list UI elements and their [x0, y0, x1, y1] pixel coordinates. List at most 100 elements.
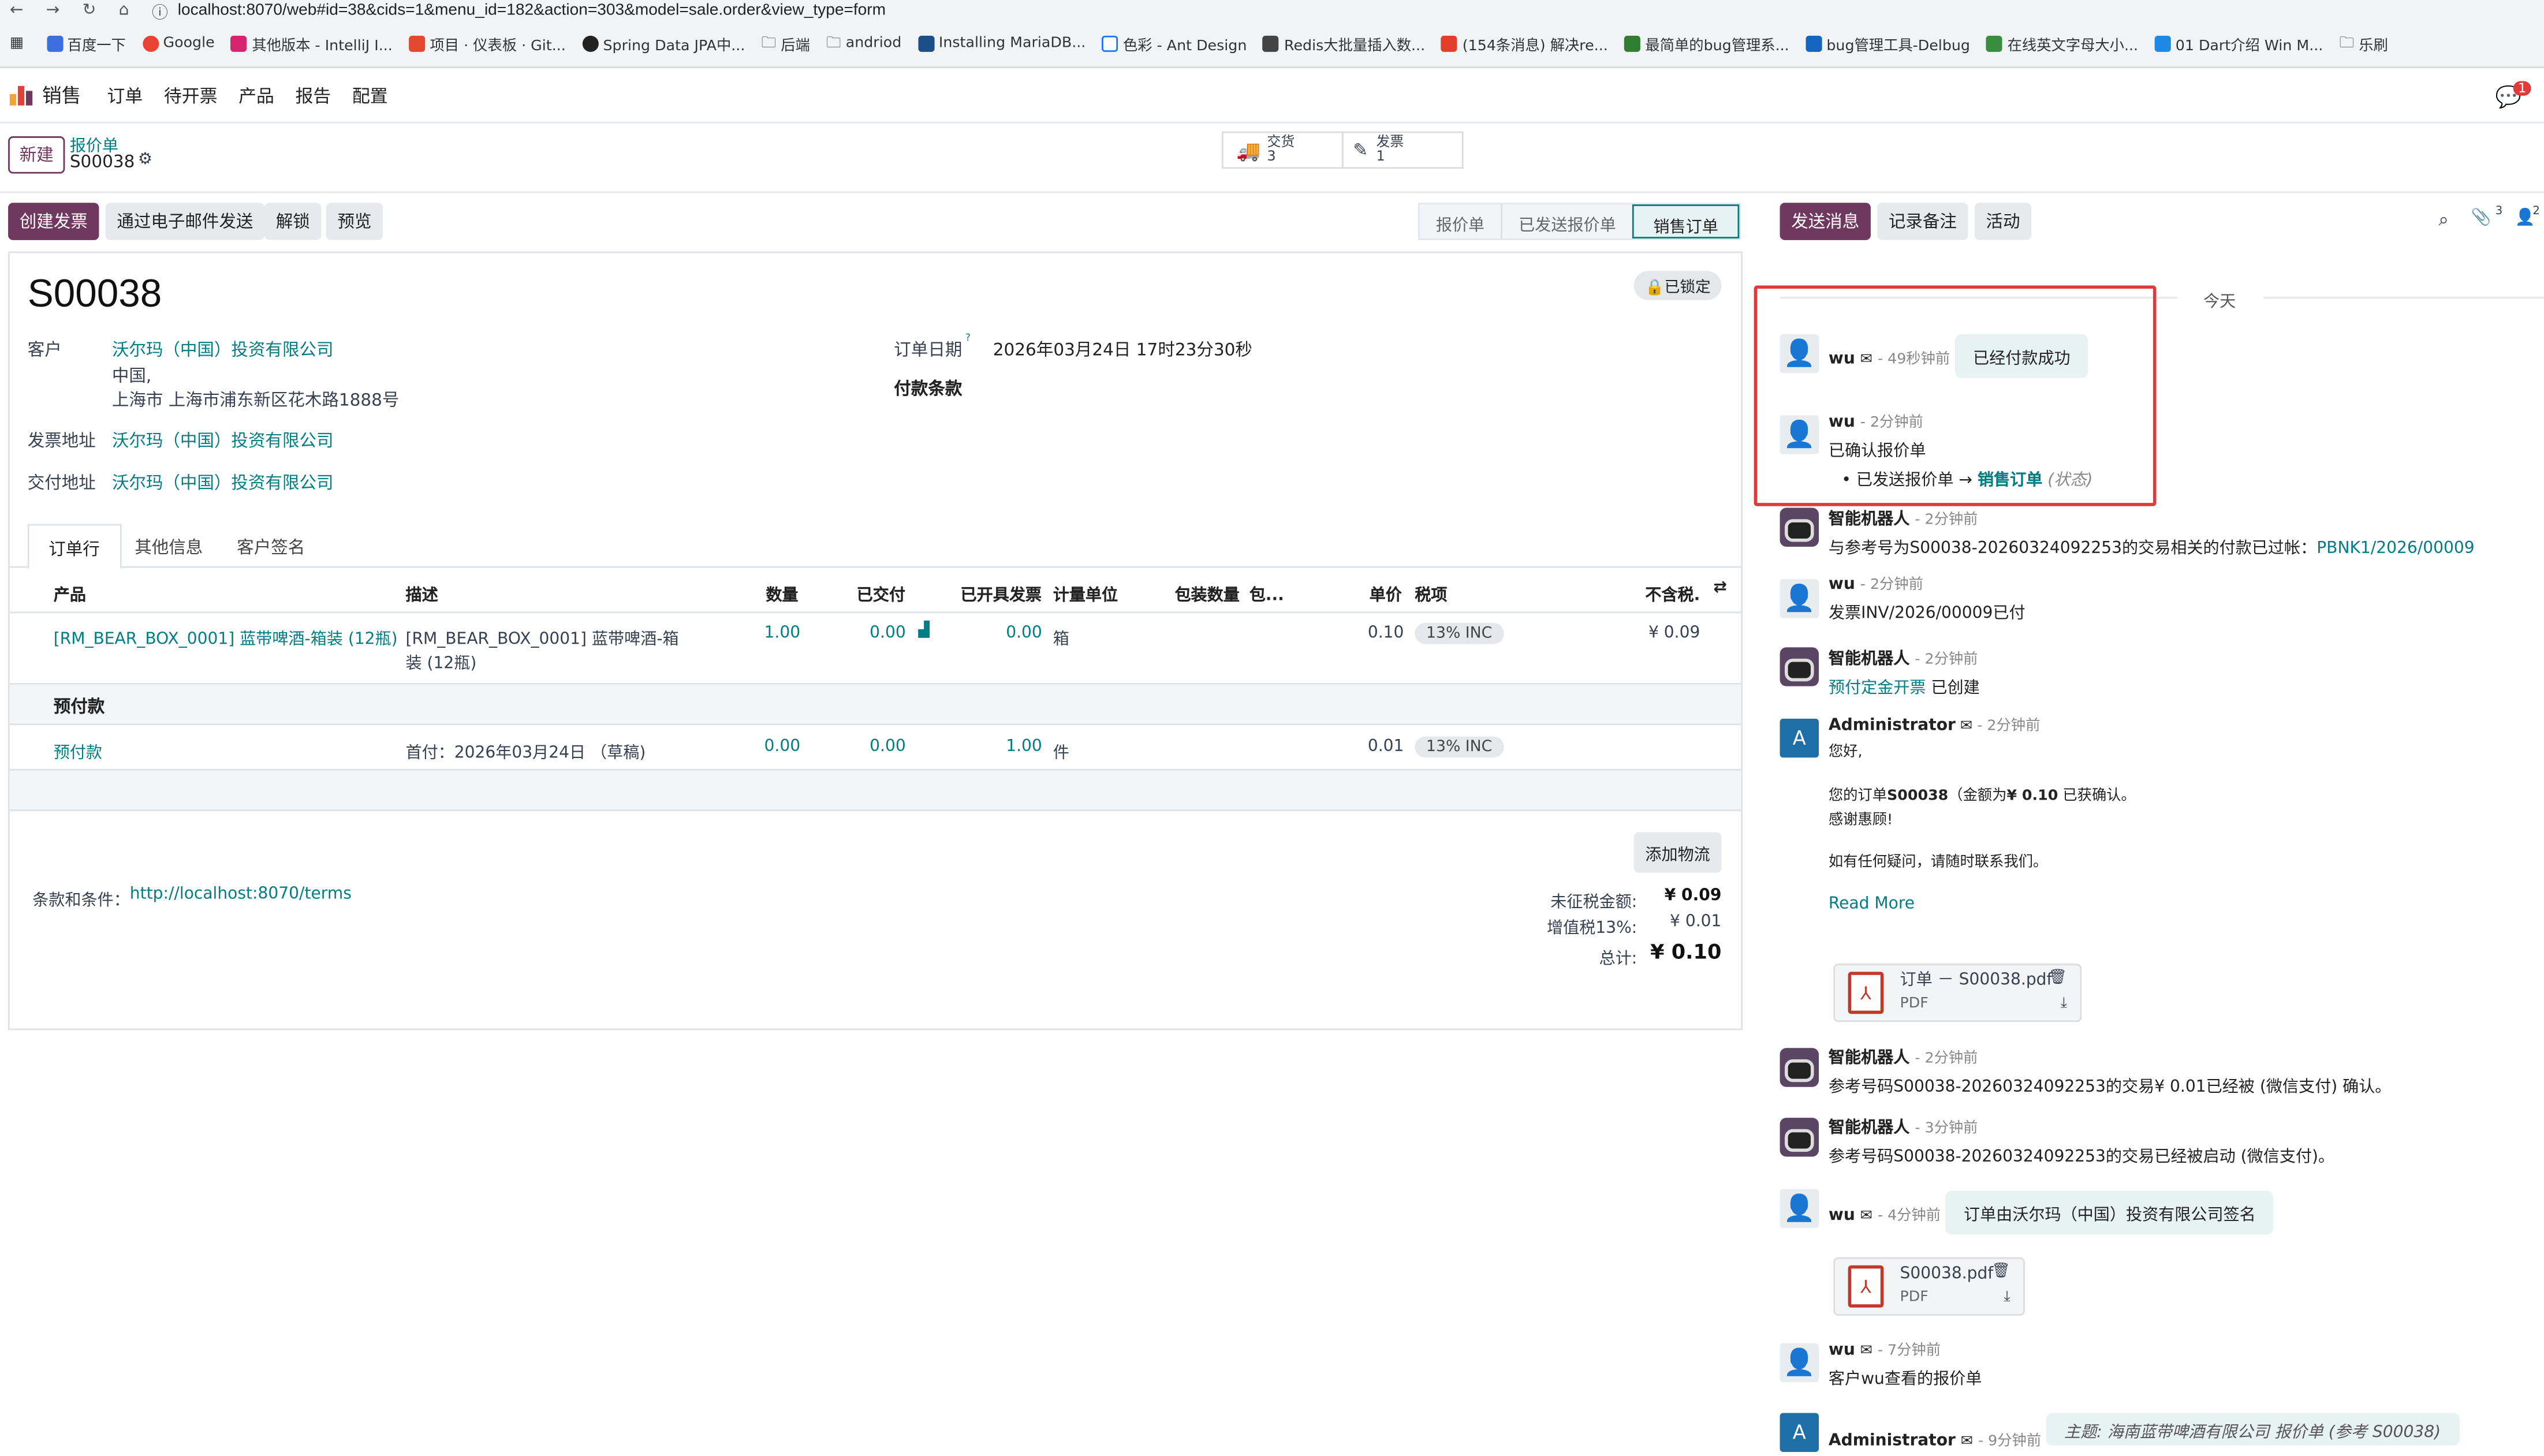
- col-unit-price[interactable]: 单价: [1370, 581, 1402, 605]
- bot-avatar[interactable]: [1780, 647, 1819, 686]
- author-name[interactable]: 智能机器人: [1829, 511, 1910, 529]
- down-payment-link[interactable]: 预付定金开票: [1829, 680, 1926, 697]
- download-icon[interactable]: ⤓: [2061, 996, 2067, 1012]
- tab-customer-signature[interactable]: 客户签名: [219, 524, 323, 571]
- line-product[interactable]: [RM_BEAR_BOX_0001] 蓝带啤酒-箱装 (12瓶): [54, 625, 398, 649]
- terms-link[interactable]: http://localhost:8070/terms: [130, 886, 352, 904]
- col-subtotal[interactable]: 不含税.: [1645, 581, 1700, 605]
- reload-icon[interactable]: ↻: [83, 2, 96, 20]
- bookmark[interactable]: bug管理工具-Delbug: [1805, 33, 1970, 54]
- bookmark[interactable]: 色彩 - Ant Design: [1102, 33, 1247, 54]
- avatar[interactable]: 👤: [1780, 1343, 1819, 1383]
- tab-order-lines[interactable]: 订单行: [27, 524, 121, 570]
- forecast-chart-icon[interactable]: ▟: [918, 623, 929, 639]
- avatar[interactable]: A: [1780, 1413, 1819, 1452]
- attachment-card[interactable]: ⅄ S00038.pdf PDF 🗑 ⤓: [1833, 1257, 2025, 1316]
- section-row[interactable]: 预付款: [9, 684, 1741, 726]
- table-row[interactable]: [RM_BEAR_BOX_0001] 蓝带啤酒-箱装 (12瓶) [RM_BEA…: [9, 613, 1741, 685]
- avatar[interactable]: 👤: [1780, 1189, 1819, 1229]
- author-name[interactable]: Administrator: [1829, 1432, 1956, 1450]
- home-icon[interactable]: ⌂: [119, 2, 129, 20]
- activity-button[interactable]: 活动: [1974, 203, 2032, 240]
- search-icon[interactable]: ⌕: [2438, 209, 2448, 232]
- col-taxes[interactable]: 税项: [1415, 581, 1447, 605]
- bookmark[interactable]: Redis大批量插入数...: [1263, 33, 1425, 54]
- col-quantity[interactable]: 数量: [766, 581, 798, 605]
- bot-avatar[interactable]: [1780, 1048, 1819, 1087]
- menu-configuration[interactable]: 配置: [352, 82, 388, 108]
- unlock-button[interactable]: 解锁: [264, 203, 322, 240]
- author-name[interactable]: wu: [1829, 1207, 1855, 1225]
- bookmark-folder[interactable]: 🗀 andriod: [826, 31, 901, 57]
- optional-columns-icon[interactable]: ⇄: [1713, 579, 1727, 597]
- bot-avatar[interactable]: [1780, 1118, 1819, 1157]
- bookmark[interactable]: Installing MariaDB...: [917, 35, 1086, 52]
- bookmark[interactable]: Google: [141, 35, 215, 52]
- status-quotation-sent[interactable]: 已发送报价单: [1501, 204, 1632, 239]
- send-email-button[interactable]: 通过电子邮件发送: [105, 203, 265, 240]
- back-icon[interactable]: ←: [10, 2, 24, 20]
- menu-to-invoice[interactable]: 待开票: [164, 82, 218, 108]
- delivery-address-link[interactable]: 沃尔玛（中国）投资有限公司: [112, 471, 334, 495]
- status-sales-order[interactable]: 销售订单: [1632, 204, 1740, 239]
- site-info-icon[interactable]: ⓘ: [152, 0, 168, 23]
- app-name[interactable]: 销售: [42, 81, 81, 109]
- col-packaging[interactable]: 包...: [1249, 581, 1284, 605]
- forward-icon[interactable]: →: [46, 2, 60, 20]
- send-message-button[interactable]: 发送消息: [1780, 203, 1871, 240]
- menu-reporting[interactable]: 报告: [295, 82, 331, 108]
- author-name[interactable]: wu: [1829, 1342, 1855, 1360]
- bookmark[interactable]: 01 Dart介绍 Win M...: [2154, 33, 2323, 54]
- author-name[interactable]: 智能机器人: [1829, 1119, 1910, 1137]
- col-packaging-qty[interactable]: 包装数量: [1174, 581, 1239, 605]
- avatar[interactable]: A: [1780, 718, 1819, 758]
- avatar[interactable]: 👤: [1780, 579, 1819, 618]
- status-quotation[interactable]: 报价单: [1420, 204, 1501, 238]
- delivery-smart-button[interactable]: 🚚 交货 3: [1221, 131, 1344, 169]
- log-note-button[interactable]: 记录备注: [1877, 203, 1968, 240]
- col-invoiced[interactable]: 已开具发票: [961, 581, 1042, 605]
- trash-icon[interactable]: 🗑: [1991, 1264, 2010, 1280]
- payment-link[interactable]: PBNK1/2026/00009: [2317, 540, 2474, 558]
- bookmark[interactable]: Spring Data JPA中...: [581, 33, 745, 54]
- bookmark[interactable]: 项目 · 仪表板 · Git...: [408, 33, 566, 54]
- follower-icon[interactable]: 👤: [2515, 209, 2535, 227]
- invoice-address-link[interactable]: 沃尔玛（中国）投资有限公司: [112, 428, 334, 453]
- invoice-smart-button[interactable]: ✎ 发票 1: [1341, 131, 1464, 169]
- bookmark[interactable]: 最简单的bug管理系...: [1624, 33, 1789, 54]
- gear-icon[interactable]: ⚙: [138, 151, 152, 169]
- new-button[interactable]: 新建: [8, 136, 65, 174]
- address-bar[interactable]: localhost:8070/web#id=38&cids=1&menu_id=…: [178, 2, 886, 20]
- author-name[interactable]: Administrator: [1829, 717, 1956, 735]
- bookmark-folder[interactable]: 🗀 后端: [761, 31, 810, 57]
- bookmark[interactable]: 在线英文字母大小...: [1986, 33, 2138, 54]
- create-invoice-button[interactable]: 创建发票: [8, 203, 99, 240]
- col-uom[interactable]: 计量单位: [1053, 581, 1118, 605]
- bookmark[interactable]: 其他版本 - IntelliJ I...: [230, 33, 393, 54]
- tab-other-info[interactable]: 其他信息: [117, 524, 221, 571]
- download-icon[interactable]: ⤓: [2004, 1290, 2010, 1306]
- author-name[interactable]: wu: [1829, 576, 1855, 594]
- author-name[interactable]: 智能机器人: [1829, 1050, 1910, 1067]
- menu-products[interactable]: 产品: [238, 82, 274, 108]
- attachment-card[interactable]: ⅄ 订单 － S00038.pdf PDF 🗑 ⤓: [1833, 964, 2082, 1022]
- add-shipping-button[interactable]: 添加物流: [1633, 832, 1722, 873]
- menu-orders[interactable]: 订单: [107, 82, 143, 108]
- col-product[interactable]: 产品: [54, 581, 86, 605]
- trash-icon[interactable]: 🗑: [2049, 970, 2067, 986]
- customer-link[interactable]: 沃尔玛（中国）投资有限公司: [112, 337, 334, 361]
- apps-icon[interactable]: ▦: [10, 36, 24, 52]
- line-product[interactable]: 预付款: [54, 738, 102, 763]
- preview-button[interactable]: 预览: [326, 203, 383, 240]
- help-icon[interactable]: ?: [965, 333, 971, 344]
- read-more-link[interactable]: Read More: [1829, 895, 2136, 913]
- author-name[interactable]: 智能机器人: [1829, 651, 1910, 669]
- bot-avatar[interactable]: [1780, 507, 1819, 547]
- order-date-value[interactable]: 2026年03月24日 17时23分30秒: [993, 337, 1252, 361]
- bookmark[interactable]: (154条消息) 解决re...: [1441, 33, 1608, 54]
- col-delivered[interactable]: 已交付: [857, 581, 905, 605]
- table-row[interactable]: 预付款 首付：2026年03月24日 （草稿) 0.00 0.00 1.00 件…: [9, 725, 1741, 771]
- paperclip-icon[interactable]: 📎: [2471, 209, 2491, 227]
- bookmark-folder[interactable]: 🗀 乐刷: [2339, 31, 2388, 57]
- col-description[interactable]: 描述: [406, 581, 438, 605]
